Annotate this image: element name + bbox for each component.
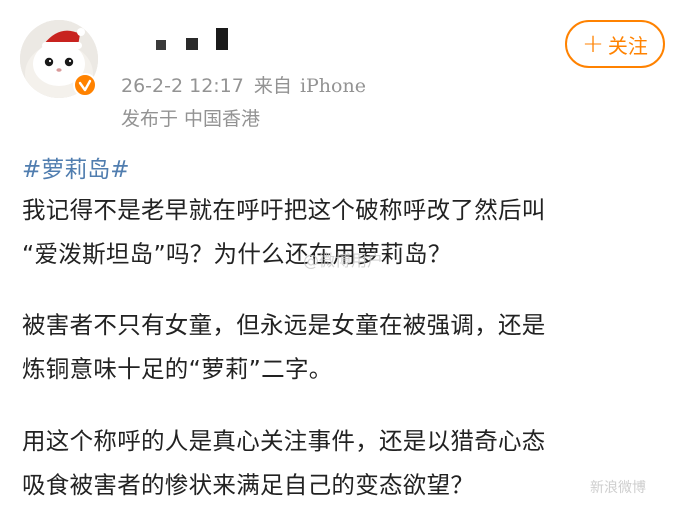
follow-button[interactable]: + 关注 [565, 20, 665, 68]
post-paragraph: 用这个称呼的人是真心关注事件，还是以猎奇心态 吸食被害者的惨状来满足自己的变态欲… [22, 419, 546, 507]
image-watermark: @微博用户 [303, 251, 384, 270]
post-text-line: “爱泼斯坦岛”吗？为什么还在用萝莉岛？ [22, 240, 452, 268]
post-location: 发布于 中国香港 [121, 108, 261, 130]
weibo-post: 26-2-2 12:17 来自 iPhone 发布于 中国香港 + 关注 #萝莉岛… [0, 0, 685, 509]
post-meta: 26-2-2 12:17 来自 iPhone [121, 71, 366, 98]
corner-watermark: 新浪微博 [590, 480, 646, 496]
post-text-line: 炼铜意味十足的“萝莉”二字。 [22, 355, 333, 383]
post-text-line: 用这个称呼的人是真心关注事件，还是以猎奇心态 [22, 427, 546, 455]
topic-hashtag-link[interactable]: #萝莉岛# [22, 150, 130, 184]
post-timestamp[interactable]: 26-2-2 12:17 [121, 75, 244, 97]
post-paragraph: 我记得不是老早就在呼吁把这个破称呼改了然后叫 “爱泼斯坦岛”吗？为什么还在用萝莉… [22, 188, 546, 276]
post-text-line: 我记得不是老早就在呼吁把这个破称呼改了然后叫 [22, 196, 546, 224]
plus-icon: + [582, 29, 604, 59]
verified-badge-icon [73, 73, 97, 97]
redaction-blocks-icon [156, 28, 228, 50]
post-text-line: 被害者不只有女童，但永远是女童在被强调，还是 [22, 311, 546, 339]
username-redacted[interactable] [130, 28, 230, 52]
post-paragraph: 被害者不只有女童，但永远是女童在被强调，还是 炼铜意味十足的“萝莉”二字。 [22, 303, 546, 391]
post-text-line: 吸食被害者的惨状来满足自己的变态欲望？ [22, 471, 475, 499]
source-label: 来自 [253, 75, 292, 97]
source-device: iPhone [299, 75, 366, 97]
follow-label: 关注 [607, 33, 648, 58]
